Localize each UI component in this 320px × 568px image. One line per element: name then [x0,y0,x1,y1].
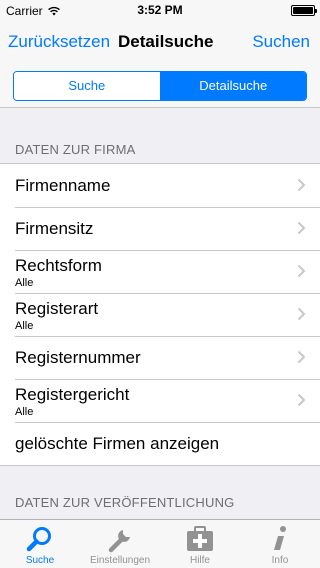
row-label: Firmenname [15,176,111,195]
tab-label: Hilfe [189,555,210,566]
chevron-right-icon [297,393,306,407]
section-header-publication: DATEN ZUR VERÖFFENTLICHUNG [15,495,235,510]
chevron-right-icon [297,264,306,278]
row-firmensitz[interactable]: Firmensitz [0,207,320,250]
row-label: Registerart [15,299,99,318]
chevron-right-icon [297,307,306,321]
reset-button[interactable]: Zurücksetzen [8,32,110,52]
section-header-company: DATEN ZUR FIRMA [15,142,136,157]
company-data-table: Firmenname Firmensitz Rechtsform Alle Re… [0,163,320,466]
tab-info[interactable]: Info [240,520,320,568]
page-title: Detailsuche [118,32,214,51]
row-label: Registergericht [15,385,130,404]
segment-bar: Suche Detailsuche [0,64,320,108]
row-label: gelöschte Firmen anzeigen [15,434,220,453]
search-button[interactable]: Suchen [252,32,310,52]
tab-hilfe[interactable]: Hilfe [160,520,240,568]
row-label: Registernummer [15,348,141,367]
wrench-icon [108,530,130,553]
segment-simple-search[interactable]: Suche [14,72,160,100]
tab-einstellungen[interactable]: Einstellungen [80,520,160,568]
row-show-deleted-companies[interactable]: gelöschte Firmen anzeigen [0,422,320,465]
chevron-right-icon [297,221,306,235]
chevron-right-icon [297,350,306,364]
row-firmenname[interactable]: Firmenname [0,164,320,207]
tab-label: Einstellungen [89,555,151,566]
row-registernummer[interactable]: Registernummer [0,336,320,379]
segment-detail-search[interactable]: Detailsuche [159,72,306,100]
row-value: Alle [15,406,34,418]
search-mode-segmented-control: Suche Detailsuche [13,71,307,101]
search-icon [26,527,51,552]
status-bar: Carrier 3:52 PM [0,0,320,20]
navigation-bar: Zurücksetzen Detailsuche Suchen [0,20,320,64]
clock: 3:52 PM [137,3,183,17]
info-icon [274,526,286,550]
row-rechtsform[interactable]: Rechtsform Alle [0,250,320,293]
row-value: Alle [15,277,34,289]
tab-bar: Suche Einstellungen Hilfe Info [0,519,320,568]
battery-icon [291,5,317,16]
row-label: Rechtsform [15,256,102,275]
tab-label: Info [271,555,289,566]
first-aid-kit-icon [187,526,213,551]
row-value: Alle [15,320,34,332]
chevron-right-icon [297,178,306,192]
row-registerart[interactable]: Registerart Alle [0,293,320,336]
tab-suche[interactable]: Suche [0,520,80,568]
row-label: Firmensitz [15,219,94,238]
tab-label: Suche [25,555,55,566]
row-registergericht[interactable]: Registergericht Alle [0,379,320,422]
